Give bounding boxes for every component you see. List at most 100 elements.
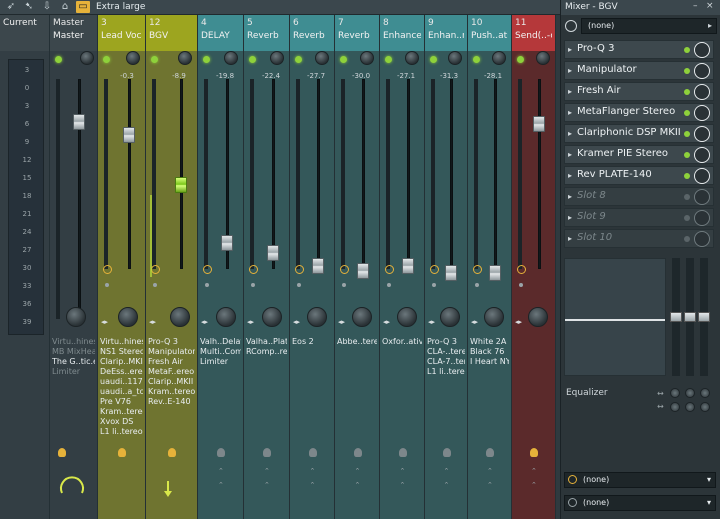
- fx-slot-9[interactable]: ▸ Slot 9: [564, 208, 714, 227]
- swap-icon[interactable]: ◂▸: [201, 318, 208, 326]
- strip-track[interactable]: 6 Reverb -27.7 ◂▸ Eos 2 ⌃ ⌃: [290, 15, 335, 519]
- swap-icon[interactable]: ◂▸: [338, 318, 345, 326]
- strip-track[interactable]: 5 Reverb -22.4 ◂▸ Valha..PlateRComp..reo ⌃ ⌃: [244, 15, 290, 519]
- fx-item[interactable]: Pro-Q 3: [427, 337, 465, 347]
- stereo-knob[interactable]: [170, 307, 190, 327]
- clock-icon[interactable]: [340, 265, 349, 274]
- slot-arrow-icon[interactable]: ▸: [568, 234, 572, 243]
- swap-icon[interactable]: ◂▸: [247, 318, 254, 326]
- volume-fader[interactable]: [312, 258, 324, 274]
- fx-item[interactable]: Clarip..MKII: [148, 377, 195, 387]
- slot-arrow-icon[interactable]: ▸: [568, 171, 572, 180]
- stereo-knob[interactable]: [118, 307, 138, 327]
- pan-knob[interactable]: [360, 51, 374, 65]
- fx-item[interactable]: Black 76: [470, 347, 509, 357]
- stereo-knob[interactable]: [66, 307, 86, 327]
- mix-knob[interactable]: [694, 147, 710, 163]
- led-icon[interactable]: [684, 68, 690, 74]
- chevron-up-icon[interactable]: ⌃: [310, 467, 316, 475]
- slot-arrow-icon[interactable]: ▸: [568, 150, 572, 159]
- fx-item[interactable]: Virtu..hines: [100, 337, 143, 347]
- mix-knob[interactable]: [694, 42, 710, 58]
- volume-fader[interactable]: [221, 235, 233, 251]
- input-select-icon[interactable]: [565, 20, 577, 32]
- fx-item[interactable]: Limiter: [200, 357, 241, 367]
- fx-item[interactable]: Multi..Comp: [200, 347, 241, 357]
- fx-item[interactable]: L1 li..tereo: [427, 367, 465, 377]
- pan-knob[interactable]: [492, 51, 506, 65]
- volume-fader[interactable]: [73, 114, 85, 130]
- clock-icon[interactable]: [203, 265, 212, 274]
- bulb-icon[interactable]: [118, 448, 126, 457]
- strip-track[interactable]: 4 DELAY -19.8 ◂▸ Valh..DelayMulti..CompLimit…: [198, 15, 244, 519]
- bulb-icon[interactable]: [530, 448, 538, 457]
- chevron-up-icon[interactable]: ⌃: [487, 481, 493, 489]
- chevron-up-icon[interactable]: ⌃: [400, 467, 406, 475]
- chevron-up-icon[interactable]: ⌃: [218, 467, 224, 475]
- fx-slot-3[interactable]: ▸ Fresh Air: [564, 82, 714, 101]
- fx-item[interactable]: White 2A: [470, 337, 509, 347]
- eq-fader-mid[interactable]: [684, 258, 696, 376]
- mix-knob[interactable]: [694, 126, 710, 142]
- fx-item[interactable]: Clarip..MKII: [100, 357, 143, 367]
- fx-slot-10[interactable]: ▸ Slot 10: [564, 229, 714, 248]
- pan-knob[interactable]: [315, 51, 329, 65]
- eq-fader-handle[interactable]: [698, 312, 710, 322]
- fx-item[interactable]: CLA-7..tereo: [427, 357, 465, 367]
- stereo-knob[interactable]: [528, 307, 548, 327]
- strip-master[interactable]: Master Master Virtu..hines MB MixHead Th…: [50, 15, 98, 519]
- led-icon[interactable]: [684, 89, 690, 95]
- clock-icon[interactable]: [249, 265, 258, 274]
- fx-slot-7[interactable]: ▸ Rev PLATE-140: [564, 166, 714, 185]
- eq-bw-knob-mid[interactable]: [685, 402, 695, 412]
- led-icon[interactable]: [517, 56, 524, 63]
- led-icon[interactable]: [385, 56, 392, 63]
- fx-item[interactable]: Virtu..hines: [52, 337, 95, 347]
- fx-item[interactable]: Fresh Air: [148, 357, 195, 367]
- fx-slot-8[interactable]: ▸ Slot 8: [564, 187, 714, 206]
- mix-knob[interactable]: [694, 189, 710, 205]
- arrow-tool-icon[interactable]: ➶: [4, 1, 18, 13]
- eq-freq-knob-low[interactable]: [670, 388, 680, 398]
- chevron-up-icon[interactable]: ⌃: [444, 467, 450, 475]
- chevron-up-icon[interactable]: ⌃: [310, 481, 316, 489]
- led-icon[interactable]: [295, 56, 302, 63]
- chevron-up-icon[interactable]: ⌃: [218, 481, 224, 489]
- fx-item[interactable]: NS1 Stereo: [100, 347, 143, 357]
- mix-knob[interactable]: [694, 105, 710, 121]
- fx-item[interactable]: The G..tic.e: [52, 357, 95, 367]
- clock-icon[interactable]: [385, 265, 394, 274]
- swap-icon[interactable]: ◂▸: [471, 318, 478, 326]
- slot-arrow-icon[interactable]: ▸: [568, 129, 572, 138]
- eq-bw-knob-low[interactable]: [670, 402, 680, 412]
- fx-item[interactable]: I Heart NY: [470, 357, 509, 367]
- clock-icon[interactable]: [473, 265, 482, 274]
- swap-icon[interactable]: ◂▸: [101, 318, 108, 326]
- stereo-knob[interactable]: [262, 307, 282, 327]
- led-icon[interactable]: [151, 56, 158, 63]
- led-icon[interactable]: [203, 56, 210, 63]
- chevron-up-icon[interactable]: ⌃: [400, 481, 406, 489]
- volume-fader[interactable]: [123, 127, 135, 143]
- bulb-icon[interactable]: [168, 448, 176, 457]
- size-icon[interactable]: ▭: [76, 1, 90, 13]
- fx-item[interactable]: Valh..Delay: [200, 337, 241, 347]
- volume-fader[interactable]: [267, 245, 279, 261]
- eq-fader-handle[interactable]: [670, 312, 682, 322]
- strip-current[interactable]: Current 3 0 3 6 9 12 15 18 21 24 27 30 3…: [0, 15, 50, 519]
- fx-item[interactable]: uaudi..a_tc: [100, 387, 143, 397]
- pan-knob[interactable]: [405, 51, 419, 65]
- fx-item[interactable]: Kram..tereo: [148, 387, 195, 397]
- fx-item[interactable]: Valha..Plate: [246, 337, 287, 347]
- fx-item[interactable]: MetaF..ereo: [148, 367, 195, 377]
- mix-knob[interactable]: [694, 210, 710, 226]
- lock-icon[interactable]: ⌂: [58, 1, 72, 13]
- stereo-knob[interactable]: [216, 307, 236, 327]
- pan-knob[interactable]: [224, 51, 238, 65]
- chevron-up-icon[interactable]: ⌃: [355, 481, 361, 489]
- led-icon[interactable]: [340, 56, 347, 63]
- led-icon[interactable]: [249, 56, 256, 63]
- led-icon[interactable]: [55, 56, 62, 63]
- stereo-knob[interactable]: [307, 307, 327, 327]
- fx-item[interactable]: Rev..E-140: [148, 397, 195, 407]
